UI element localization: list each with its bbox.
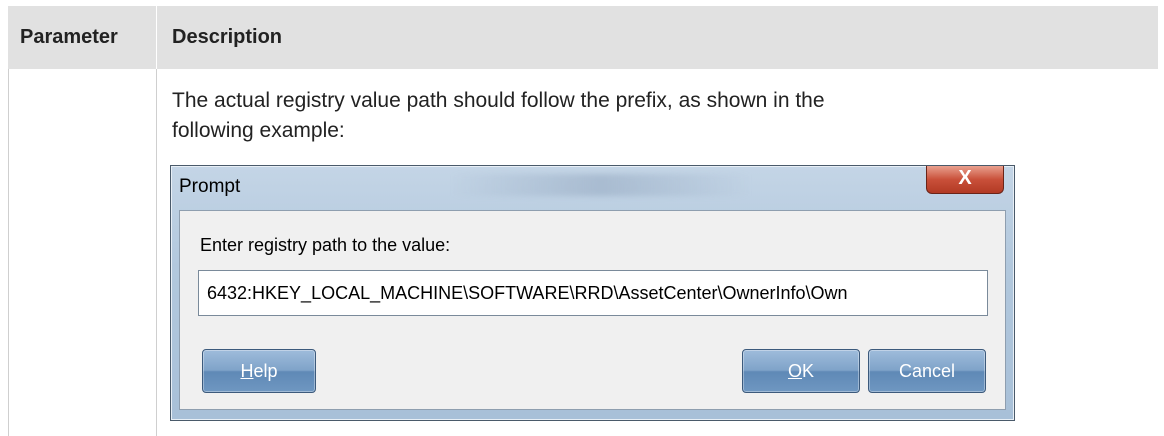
ok-accel: O <box>787 361 802 381</box>
help-label: elp <box>253 361 278 381</box>
ok-button[interactable]: OK <box>742 349 860 393</box>
title-bar-blur <box>451 174 751 196</box>
table-left-border <box>8 69 9 436</box>
table-column-border <box>156 69 157 436</box>
help-accel: H <box>240 361 254 381</box>
registry-path-label: Enter registry path to the value: <box>200 235 451 255</box>
table-header-row: Parameter Description <box>8 6 1158 69</box>
header-parameter: Parameter <box>20 26 118 48</box>
parameter-table: Parameter Description The actual registr… <box>0 0 1164 436</box>
prompt-dialog-screenshot: Prompt X Enter registry path to the valu… <box>170 165 1015 421</box>
ok-label: K <box>802 361 815 381</box>
header-divider <box>156 6 157 69</box>
cancel-button[interactable]: Cancel <box>868 349 986 393</box>
close-icon: X <box>958 167 972 189</box>
help-button[interactable]: Help <box>202 349 316 393</box>
dialog-title: Prompt <box>179 176 241 197</box>
close-button[interactable]: X <box>926 166 1004 194</box>
dialog-body: Enter registry path to the value: 6432:H… <box>179 210 1006 410</box>
registry-path-input[interactable]: 6432:HKEY_LOCAL_MACHINE\SOFTWARE\RRD\Ass… <box>198 270 988 316</box>
header-description: Description <box>172 26 283 48</box>
description-text: The actual registry value path should fo… <box>172 89 825 142</box>
